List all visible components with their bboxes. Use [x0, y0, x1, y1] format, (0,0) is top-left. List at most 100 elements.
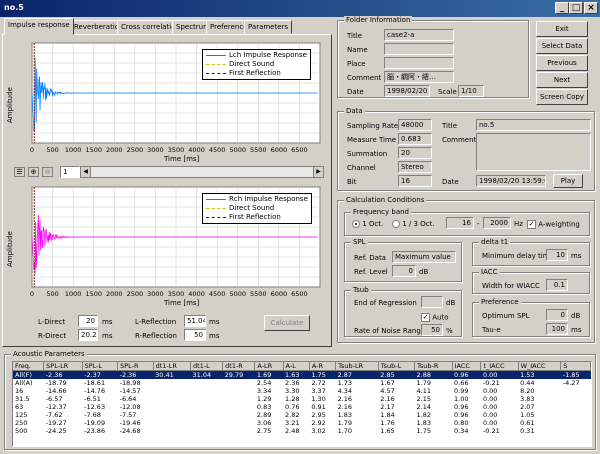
column-header[interactable]: dt1-R: [222, 362, 256, 371]
oct3-radio[interactable]: 1 / 3 Oct.: [392, 220, 435, 229]
end-regression-field[interactable]: [421, 296, 443, 308]
table-row[interactable]: 31.5 -6.57 -6.51 -6.64 1.29 1.28 1.30 2.16 2.16 2…: [13, 395, 591, 403]
end-regression-label: End of Regression: [354, 299, 417, 307]
zoom-out-icon[interactable]: ⊖: [42, 167, 53, 177]
data-title-field[interactable]: no.5: [476, 119, 591, 131]
legend-bottom: Rch Impulse Response Direct Sound First …: [202, 193, 312, 224]
column-header[interactable]: Tsub-LR: [335, 362, 379, 371]
column-header[interactable]: t_IACC: [480, 362, 519, 371]
table-cell: 250: [15, 419, 28, 427]
select-data-button[interactable]: Select Data: [536, 38, 588, 54]
noise-range-field[interactable]: 50: [421, 324, 443, 336]
bit-field[interactable]: 16: [398, 175, 432, 187]
next-button[interactable]: Next: [536, 72, 588, 88]
table-cell: 2.89: [256, 411, 272, 419]
minimize-icon[interactable]: _: [555, 2, 569, 14]
table-cell: -12.63: [84, 403, 106, 411]
maximize-icon[interactable]: □: [569, 2, 583, 14]
freq-low-field[interactable]: 16: [446, 217, 474, 229]
table-row[interactable]: 125 -7.62 -7.68 -7.57 2.89 2.82 2.95 1.83 1.84 1.…: [13, 411, 591, 419]
db-unit: dB: [419, 268, 429, 276]
exit-button[interactable]: Exit: [536, 21, 588, 37]
table-row[interactable]: 16 -14.66 -14.76 -14.57 3.34 3.30 3.37 4.34 4.57…: [13, 387, 591, 395]
column-header[interactable]: S: [560, 362, 591, 371]
table-cell: 2.16: [337, 395, 353, 403]
column-header[interactable]: A-LR: [254, 362, 284, 371]
close-icon[interactable]: ×: [584, 2, 598, 14]
folder-date-field[interactable]: 1998/02/20: [384, 85, 430, 97]
column-header[interactable]: IACC: [452, 362, 482, 371]
folder-title-field[interactable]: case2-a: [384, 29, 454, 41]
table-cell: 2.72: [311, 379, 326, 387]
scroll-right-icon[interactable]: ▶: [313, 167, 323, 177]
column-header[interactable]: Freq.: [13, 362, 45, 371]
folder-name-field[interactable]: [384, 43, 454, 55]
min-delay-field[interactable]: 10: [546, 249, 568, 261]
column-header[interactable]: Tsub-L: [378, 362, 416, 371]
r-reflection-label: R-Reflection: [135, 332, 177, 340]
column-header[interactable]: SPL-LR: [43, 362, 83, 371]
oct1-radio[interactable]: 1 Oct.: [352, 220, 383, 229]
wiacc-field[interactable]: 0.1: [546, 279, 568, 291]
table-row[interactable]: 500 -24.25 -23.86 -24.68 2.75 2.48 3.02 1.70 1.6…: [13, 427, 591, 435]
summation-field[interactable]: 20: [398, 147, 432, 159]
x-tick-label: 3000: [147, 146, 164, 154]
ref-level-field[interactable]: 0: [392, 265, 416, 277]
table-cell: 1.00: [454, 395, 469, 403]
table-cell: [561, 411, 591, 419]
title-bar: no.5 _ □ ×: [0, 0, 600, 17]
data-comment-field[interactable]: [476, 133, 591, 171]
auto-checkbox[interactable]: ✓ Auto: [421, 313, 449, 323]
column-header[interactable]: A-L: [283, 362, 310, 371]
screen-copy-button[interactable]: Screen Copy: [536, 89, 588, 105]
previous-button[interactable]: Previous: [536, 55, 588, 71]
measure-time-field[interactable]: 0.683: [398, 133, 432, 145]
r-direct-input[interactable]: 20.21: [78, 329, 98, 341]
scale-field[interactable]: 1/10: [458, 85, 484, 97]
sampling-rate-field[interactable]: 48000: [398, 119, 432, 131]
tab-parameters[interactable]: Parameters: [244, 20, 293, 34]
table-row[interactable]: 250 -19.27 -19.09 -19.46 3.06 3.21 2.92 1.79 1.7…: [13, 419, 591, 427]
page-field[interactable]: 1: [60, 166, 80, 178]
r-reflection-input[interactable]: 50: [184, 329, 206, 341]
tau-e-field[interactable]: 100: [546, 323, 568, 335]
table-cell: 1.65: [380, 427, 395, 435]
acoustic-table-container: Freq. SPL-LR SPL-L SPL-R dt1-LR dt1-L dt1-R A-L…: [12, 361, 592, 447]
table-row[interactable]: All(F) -2.36 -2.37 -2.36 30.41 31.04 29.79 1.69…: [13, 370, 591, 379]
scrollbar[interactable]: ◀ ▶: [80, 166, 324, 178]
tab-impulse-response[interactable]: Impulse response: [4, 18, 74, 35]
list-icon[interactable]: ☰: [14, 167, 25, 177]
l-reflection-input[interactable]: 51.04: [184, 315, 206, 327]
channel-field[interactable]: Stereo: [398, 161, 432, 173]
column-header[interactable]: dt1-L: [190, 362, 224, 371]
table-cell: [561, 403, 591, 411]
table-cell: 2.07: [520, 403, 535, 411]
table-cell: 2.95: [311, 411, 326, 419]
column-header[interactable]: dt1-LR: [153, 362, 192, 371]
ref-data-field[interactable]: Maximum value: [392, 251, 456, 263]
folder-comment-field[interactable]: 脳・繝阿・繧…: [384, 71, 454, 83]
data-caption: Data: [344, 107, 365, 116]
freq-high-field[interactable]: 2000: [483, 217, 511, 229]
play-button[interactable]: Play: [553, 174, 583, 188]
calculate-button[interactable]: Calculate: [264, 315, 310, 331]
data-date-field[interactable]: 1998/02/20 13:59:08: [476, 175, 546, 187]
zoom-in-icon[interactable]: ⊕: [28, 167, 39, 177]
column-header[interactable]: SPL-L: [82, 362, 119, 371]
table-cell: 2.54: [256, 379, 272, 387]
column-header[interactable]: A-R: [309, 362, 337, 371]
scroll-left-icon[interactable]: ◀: [81, 167, 91, 177]
column-header[interactable]: W_IACC: [518, 362, 562, 371]
table-row[interactable]: All(A) -18.79 -18.61 -18.98 2.54 2.36 2.72 1.73…: [13, 379, 591, 387]
a-weighting-checkbox[interactable]: ✓ A-weighting: [527, 220, 580, 230]
table-cell: -6.64: [119, 395, 137, 403]
optimum-spl-field[interactable]: 0: [546, 309, 568, 321]
folder-place-field[interactable]: [384, 57, 454, 69]
table-row[interactable]: 63 -12.37 -12.63 -12.08 0.83 0.76 0.91 2.16 2.17…: [13, 403, 591, 411]
table-cell: -18.61: [84, 379, 106, 387]
column-header[interactable]: SPL-R: [117, 362, 154, 371]
l-direct-input[interactable]: 20: [78, 315, 98, 327]
table-cell: 31.04: [192, 371, 212, 379]
iacc-caption: IACC: [479, 268, 500, 277]
column-header[interactable]: Tsub-R: [414, 362, 453, 371]
